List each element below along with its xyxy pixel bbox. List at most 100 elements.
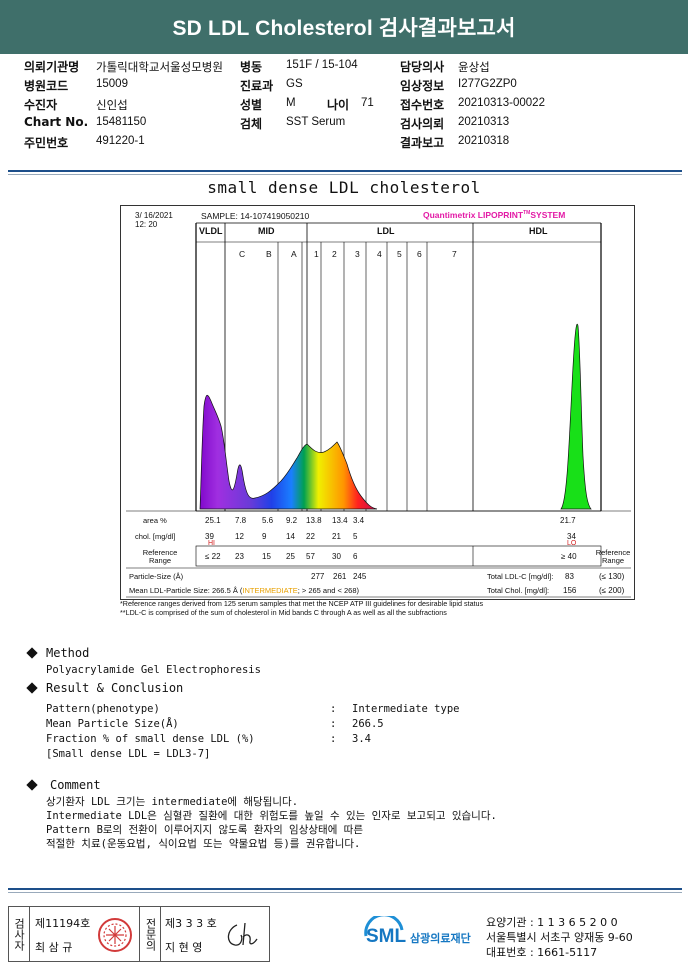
info-label: Chart No. bbox=[24, 115, 89, 129]
ref-value: 25 bbox=[286, 552, 295, 561]
method-heading: Method bbox=[46, 646, 90, 660]
group-vldl: VLDL bbox=[199, 226, 223, 236]
area-value: 13.8 bbox=[306, 516, 322, 525]
result-value: 3.4 bbox=[352, 733, 371, 745]
chol-value: 14 bbox=[286, 532, 295, 541]
area-value: 7.8 bbox=[235, 516, 247, 525]
area-value: 3.4 bbox=[353, 516, 365, 525]
tester-license: 제11194호 bbox=[35, 917, 91, 930]
result-label: Fraction % of small dense LDL (%) bbox=[46, 733, 255, 745]
result-label: Pattern(phenotype) bbox=[46, 703, 160, 715]
total-chol-ref: (≤ 200) bbox=[599, 586, 625, 595]
report-title: SD LDL Cholesterol 검사결과보고서 bbox=[172, 17, 516, 40]
area-label: area % bbox=[143, 516, 167, 525]
info-value: GS bbox=[286, 78, 303, 90]
ref-value: 57 bbox=[306, 552, 315, 561]
total-ldl-value: 83 bbox=[565, 572, 574, 581]
mean-rest: > 265 and < 268) bbox=[301, 586, 360, 595]
divider bbox=[8, 892, 682, 893]
mean-value: 266.5 Å bbox=[211, 586, 238, 595]
info-value: 491220-1 bbox=[96, 135, 145, 147]
chol-value: 12 bbox=[235, 532, 244, 541]
band-label: 4 bbox=[377, 249, 382, 259]
band-label: B bbox=[266, 249, 272, 259]
logo-text: SML bbox=[366, 926, 407, 947]
chol-value: 21 bbox=[332, 532, 341, 541]
reference-box bbox=[195, 545, 602, 567]
reference-label: Reference Range bbox=[142, 548, 178, 565]
mean-type: INTERMEDIATE bbox=[242, 586, 298, 595]
seal-stamp-icon bbox=[98, 918, 132, 952]
result-colon: : bbox=[330, 718, 337, 730]
bullet-diamond-icon bbox=[26, 682, 38, 694]
info-value: 151F / 15-104 bbox=[286, 59, 358, 71]
ref-value: 30 bbox=[332, 552, 341, 561]
info-label: 검체 bbox=[240, 117, 263, 131]
org-line: 서울특별시 서초구 양재동 9-60 bbox=[486, 931, 633, 944]
info-value: 신인섭 bbox=[96, 100, 128, 112]
info-label: 병원코드 bbox=[24, 79, 69, 93]
comment-line: Pattern B로의 전환이 이루어지지 않도록 환자의 임상상태에 따른 bbox=[46, 824, 364, 836]
particle-2: 261 bbox=[333, 572, 347, 581]
signature-box: 검사자 제11194호 최 삼 규 전문의 제3 3 3 호 지 현 영 bbox=[8, 906, 270, 962]
band-label: 3 bbox=[355, 249, 360, 259]
comment-line: Intermediate LDL은 심혈관 질환에 대한 위험도를 높일 수 있… bbox=[46, 810, 497, 822]
info-value: SST Serum bbox=[286, 116, 346, 128]
info-label: 결과보고 bbox=[400, 136, 445, 150]
mean-label: Mean LDL-Particle Size: bbox=[129, 586, 210, 595]
info-value: 20210313 bbox=[458, 116, 510, 128]
ref-value: 6 bbox=[353, 552, 358, 561]
specialist-box-label: 전문의 bbox=[139, 907, 161, 961]
band-label: A bbox=[291, 249, 297, 259]
info-value: 가톨릭대학교서울성모병원 bbox=[96, 62, 223, 74]
result-value: 266.5 bbox=[352, 718, 384, 730]
result-heading: Result & Conclusion bbox=[46, 681, 184, 695]
mean-particle-row: Mean LDL-Particle Size: 266.5 Å (INTERME… bbox=[129, 586, 360, 595]
band-label: C bbox=[239, 249, 246, 259]
reference-label-right: Reference Range bbox=[595, 548, 631, 565]
area-hdl: 21.7 bbox=[560, 516, 576, 525]
ldl-peak-trace bbox=[199, 394, 378, 510]
electrophoresis-chart bbox=[126, 222, 631, 598]
info-label: 의뢰기관명 bbox=[24, 60, 80, 74]
group-hdl: HDL bbox=[529, 226, 548, 236]
area-value: 25.1 bbox=[205, 516, 221, 525]
result-label: Mean Particle Size(Å) bbox=[46, 718, 179, 730]
org-line: 요양기관 : 1 1 3 6 5 2 0 0 bbox=[486, 916, 618, 929]
hi-flag: HI bbox=[208, 540, 215, 547]
ref-value: 15 bbox=[262, 552, 271, 561]
total-ldl-ref: (≤ 130) bbox=[599, 572, 625, 581]
info-label: 수진자 bbox=[24, 98, 58, 112]
info-value: I277G2ZP0 bbox=[458, 78, 517, 90]
info-label: 성별 bbox=[240, 98, 263, 112]
info-label: 검사의뢰 bbox=[400, 117, 445, 131]
info-label: 진료과 bbox=[240, 79, 274, 93]
bullet-diamond-icon bbox=[26, 647, 38, 659]
info-label: 주민번호 bbox=[24, 136, 69, 150]
specialist-license: 제3 3 3 호 bbox=[165, 917, 217, 930]
total-chol-value: 156 bbox=[563, 586, 577, 595]
info-value: 윤상섭 bbox=[458, 62, 490, 74]
hdl-peak-trace bbox=[560, 323, 592, 510]
area-value: 5.6 bbox=[262, 516, 274, 525]
band-label: 7 bbox=[452, 249, 457, 259]
info-label: 접수번호 bbox=[400, 98, 445, 112]
lipoprint-figure: 3/ 16/2021 12: 20 SAMPLE: 14-10741905021… bbox=[120, 205, 635, 600]
info-value: 20210313-00022 bbox=[458, 97, 545, 109]
info-label: 병동 bbox=[240, 60, 263, 74]
divider bbox=[8, 170, 682, 172]
area-value: 13.4 bbox=[332, 516, 348, 525]
info-value: M bbox=[286, 97, 296, 109]
bullet-diamond-icon bbox=[26, 779, 38, 791]
tester-name: 최 삼 규 bbox=[35, 941, 73, 954]
band-label: 1 bbox=[314, 249, 319, 259]
group-mid: MID bbox=[258, 226, 275, 236]
result-note: [Small dense LDL = LDL3-7] bbox=[46, 748, 211, 760]
section-title: small dense LDL cholesterol bbox=[207, 178, 481, 197]
ref-value: 23 bbox=[235, 552, 244, 561]
divider bbox=[8, 888, 682, 890]
age-label: 나이 bbox=[327, 98, 350, 112]
ref-hdl: ≥ 40 bbox=[561, 552, 577, 561]
info-label: 임상정보 bbox=[400, 79, 445, 93]
particle-3: 245 bbox=[353, 572, 367, 581]
